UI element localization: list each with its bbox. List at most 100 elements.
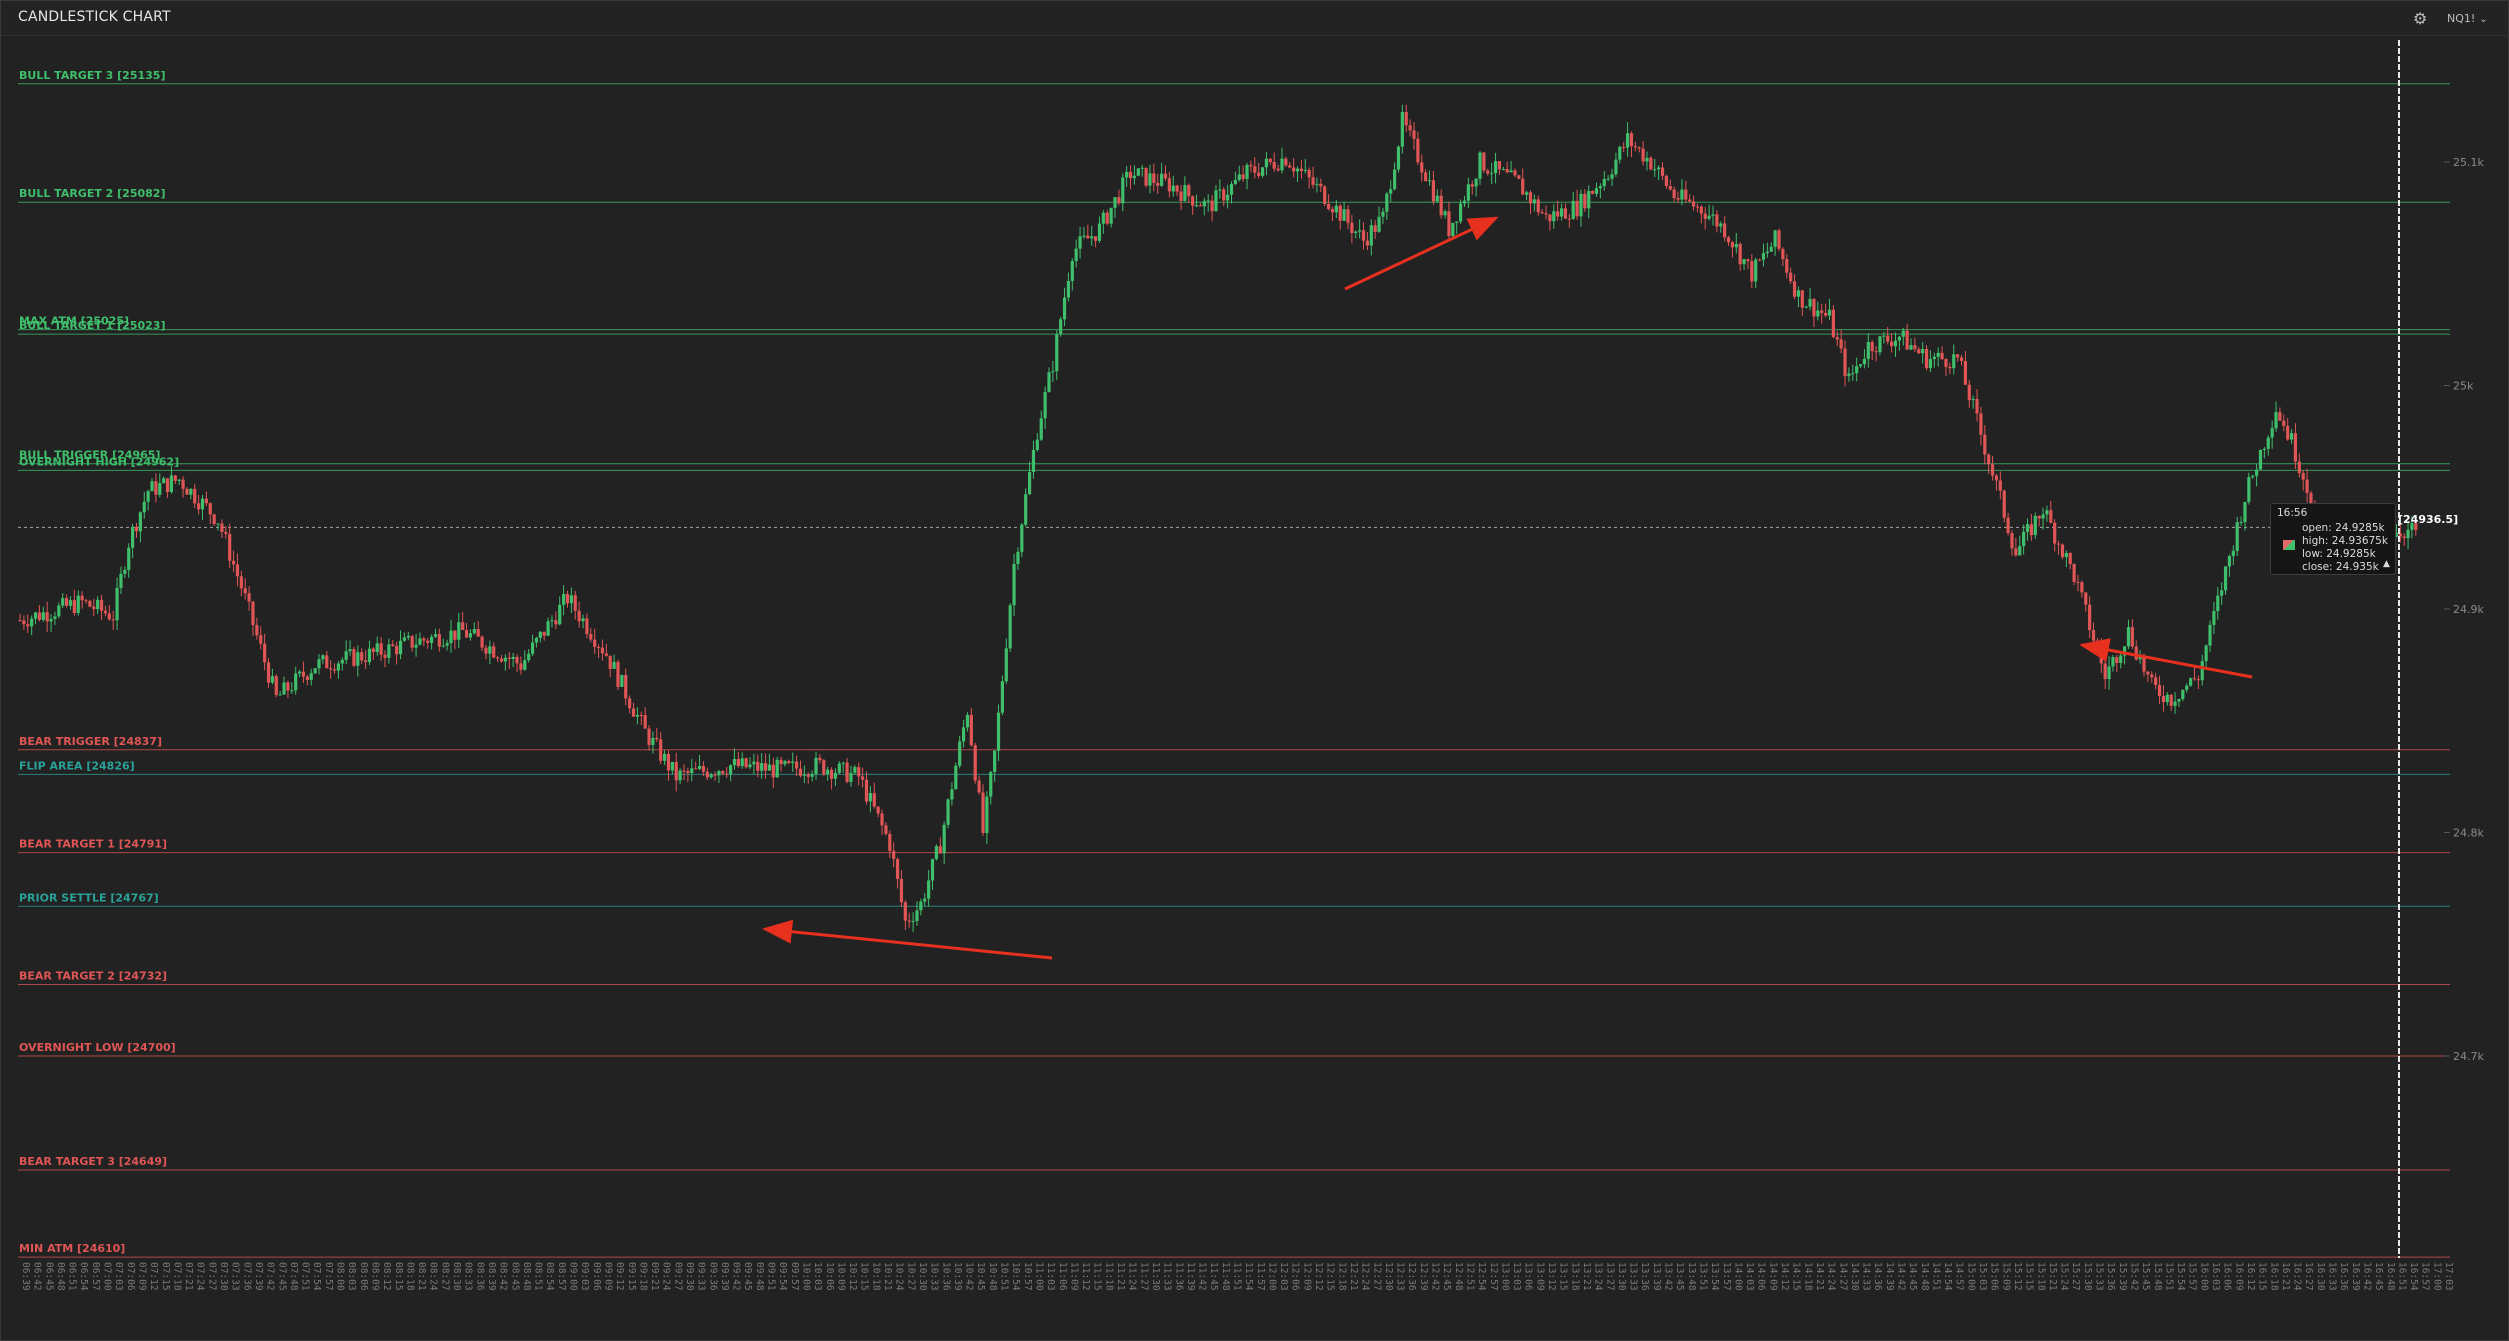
candle-body (422, 638, 426, 641)
candle-body (1257, 172, 1261, 176)
candle-body (697, 766, 702, 769)
candle-body (1874, 351, 1878, 353)
candle-body (538, 631, 542, 638)
x-tick-label: 07:00 (102, 1262, 113, 1291)
candle-body (826, 769, 830, 775)
candle-body (1202, 200, 1206, 207)
x-tick-label: 06:39 (20, 1262, 31, 1291)
candle-body (2196, 679, 2200, 681)
candle-body (398, 640, 403, 655)
candle-body (88, 600, 92, 607)
candle-body (1602, 179, 1606, 187)
candle-body (173, 475, 177, 481)
candle-body (480, 636, 484, 648)
candle-body (1000, 681, 1005, 713)
candle-body (165, 478, 170, 492)
x-tick-label: 06:54 (78, 1262, 89, 1291)
candle-body (593, 639, 597, 647)
candle-body (1334, 205, 1338, 213)
x-tick-label: 13:48 (1686, 1262, 1697, 1291)
candle-body (1525, 192, 1529, 195)
candle-body (2002, 490, 2006, 518)
candle-body (344, 651, 348, 660)
x-tick-label: 07:09 (136, 1262, 147, 1291)
candle-body (1781, 248, 1785, 260)
level-label: BEAR TARGET 2 [24732] (19, 969, 167, 982)
candle-body (1047, 372, 1051, 392)
candle-body (1952, 354, 1956, 369)
x-tick-label: 14:45 (1907, 1262, 1918, 1291)
candle-body (1808, 298, 1812, 307)
candle-body (829, 769, 834, 779)
candle-body (1074, 248, 1078, 262)
candle-body (2154, 677, 2158, 686)
candle-body (639, 714, 643, 716)
x-tick-label: 16:36 (2338, 1262, 2349, 1291)
candle-body (1016, 551, 1020, 565)
tooltip-time: 16:56 (2277, 507, 2308, 519)
candle-body (1579, 193, 1583, 217)
candle-body (1482, 152, 1486, 171)
candle-body (414, 644, 418, 648)
candle-body (927, 880, 931, 899)
candle-body (461, 622, 465, 630)
candle-body (1513, 170, 1517, 176)
x-tick-label: 09:09 (602, 1262, 613, 1291)
x-tick-label: 13:21 (1581, 1262, 1592, 1291)
candle-body (53, 616, 57, 619)
candle-body (596, 646, 601, 648)
candle-body (1125, 171, 1129, 178)
candle-body (899, 878, 904, 903)
candle-body (534, 637, 539, 643)
x-tick-label: 14:18 (1802, 1262, 1813, 1291)
candle-body (775, 759, 779, 778)
candle-body (395, 645, 399, 655)
candle-body (294, 673, 298, 691)
candle-body (919, 901, 923, 911)
candle-body (1070, 261, 1074, 281)
candlestick-chart[interactable]: BULL TARGET 3 [25135] BULL TARGET 2 [2508… (0, 0, 2509, 1341)
x-tick-label: 11:21 (1115, 1262, 1126, 1291)
candle-body (472, 629, 476, 634)
candle-body (2014, 548, 2018, 556)
candle-body (1027, 472, 1032, 495)
x-tick-label: 10:15 (859, 1262, 870, 1291)
candle-body (2227, 556, 2232, 567)
candle-body (1746, 259, 1750, 262)
x-tick-label: 14:21 (1814, 1262, 1825, 1291)
candle-body (1268, 158, 1272, 163)
candle-body (519, 663, 523, 670)
candle-body (1544, 213, 1548, 215)
candle-body (1020, 524, 1024, 552)
candle-body (1156, 182, 1160, 186)
candle-body (1800, 290, 1804, 308)
candle-body (1855, 366, 1859, 374)
candle-body (1501, 169, 1505, 171)
candle-body (123, 569, 127, 574)
candle-body (96, 599, 100, 610)
x-tick-label: 13:57 (1721, 1262, 1732, 1291)
candle-body (64, 598, 69, 606)
candle-body (1424, 172, 1428, 182)
x-tick-label: 15:06 (1989, 1262, 2000, 1291)
candle-body (2084, 592, 2088, 605)
candle-body (1610, 174, 1614, 179)
candle-body (348, 649, 352, 652)
candle-body (550, 620, 554, 622)
candle-body (259, 635, 263, 644)
candle-body (325, 655, 329, 669)
candle-body (1839, 339, 1843, 349)
x-tick-label: 14:15 (1791, 1262, 1802, 1291)
candle-body (1594, 188, 1599, 194)
candle-body (1684, 189, 1688, 200)
candle-body (1583, 193, 1587, 209)
candle-body (2157, 685, 2162, 697)
candle-body (499, 658, 504, 662)
candle-body (2220, 590, 2224, 596)
candle-body (2185, 685, 2189, 690)
x-tick-label: 12:45 (1441, 1262, 1452, 1291)
candle-body (1575, 200, 1579, 217)
candle-body (1618, 146, 1622, 160)
candle-body (1536, 199, 1540, 213)
candle-body (2286, 425, 2290, 440)
